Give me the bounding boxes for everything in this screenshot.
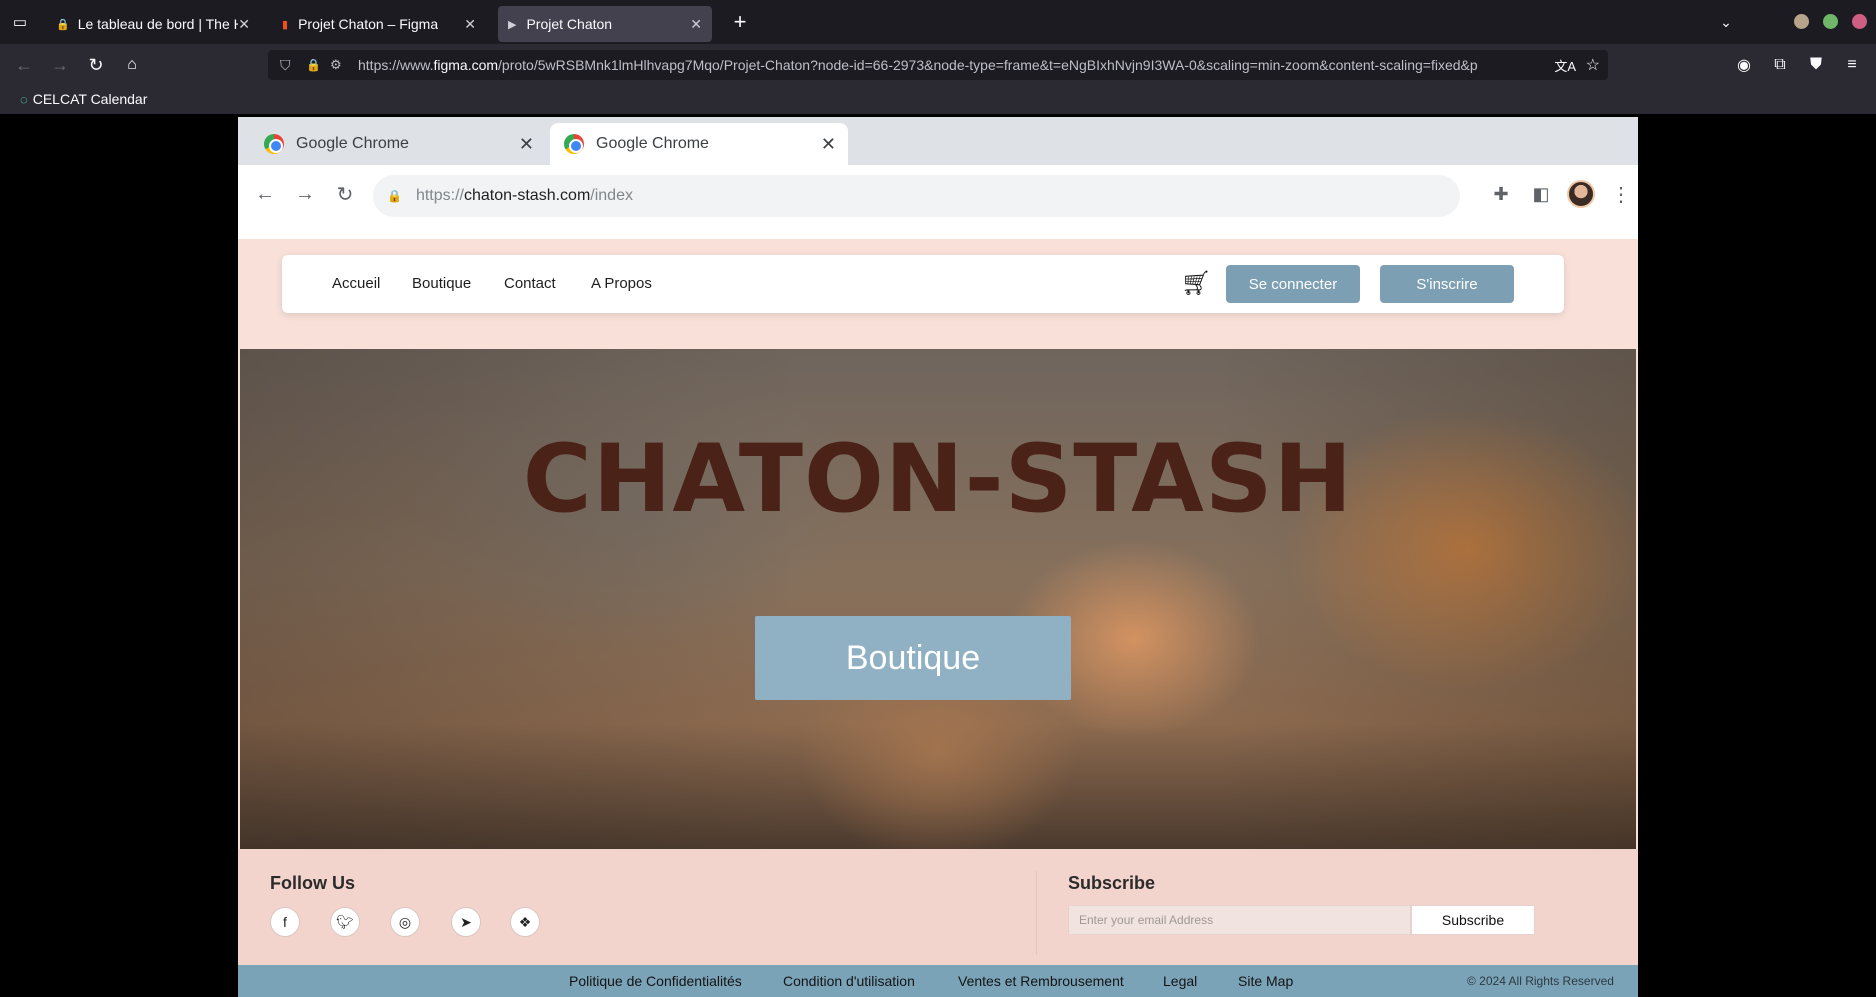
chrome-tab-1[interactable]: Google Chrome ✕ (250, 123, 546, 165)
avatar[interactable] (1564, 177, 1598, 211)
url-domain: chaton-stash.com (463, 187, 591, 204)
shield-icon: ⛉ (280, 56, 291, 73)
close-icon[interactable]: ✕ (519, 134, 534, 155)
chrome-mockup-window: Google Chrome ✕ Google Chrome ✕ ← → ↻ 🔒 … (238, 117, 1638, 997)
loading-icon: ◌ (20, 91, 28, 107)
legal-link-privacy[interactable]: Politique de Confidentialités (569, 973, 742, 989)
permissions-icon: ⚙ (330, 57, 342, 72)
firefox-tab-bar: ▭ 🔒 Le tableau de bord | The H ✕ ▮ Proje… (0, 0, 1876, 44)
site-navbar: Accueil Boutique Contact A Propos 🛒︎ Se … (282, 255, 1564, 313)
reload-icon[interactable]: ↻ (328, 177, 362, 211)
bookmarks-toolbar: ◌ CELCAT Calendar (0, 86, 1876, 114)
forward-icon[interactable]: → (288, 177, 322, 211)
bookmark-star-icon[interactable]: ☆ (1586, 55, 1600, 75)
side-panel-icon[interactable]: ◧ (1524, 177, 1558, 211)
url-bar[interactable]: ⛉ 🔒 ⚙ https://www.figma.com/proto/5wRSBM… (268, 50, 1608, 80)
bookmark-celcat[interactable]: ◌ CELCAT Calendar (20, 91, 147, 107)
lock-icon: 🔒 (306, 58, 321, 72)
hero-boutique-button[interactable]: Boutique (755, 616, 1071, 700)
subscribe-button[interactable]: Subscribe (1411, 905, 1535, 935)
lock-icon: 🔒 (387, 189, 402, 203)
chevron-down-icon[interactable]: ⌄ (1712, 8, 1740, 36)
chrome-omnibox[interactable]: 🔒 https:// chaton-stash.com /index (373, 175, 1460, 217)
new-tab-icon[interactable]: + (726, 8, 754, 36)
firefox-tab-prototype[interactable]: ▶ Projet Chaton ✕ (498, 6, 712, 42)
url-prefix: https://www. (358, 57, 434, 73)
legal-link-sitemap[interactable]: Site Map (1238, 973, 1293, 989)
subscribe-heading: Subscribe (1068, 873, 1156, 893)
legal-link-terms[interactable]: Condition d'utilisation (783, 973, 915, 989)
reload-icon[interactable]: ↻ (82, 51, 110, 79)
forward-icon[interactable]: → (46, 51, 74, 79)
tab-title: Google Chrome (596, 135, 709, 152)
footer-divider (1036, 871, 1037, 955)
twitter-icon[interactable]: 🐦︎ (330, 907, 360, 937)
menu-icon[interactable]: ≡ (1838, 51, 1866, 79)
follow-us-heading: Follow Us (270, 873, 355, 893)
bitwarden-icon[interactable]: ⛊ (1802, 51, 1830, 79)
firefox-tab-figma[interactable]: ▮ Projet Chaton – Figma ✕ (272, 6, 486, 42)
chrome-tab-2[interactable]: Google Chrome ✕ (550, 123, 848, 165)
translate-icon[interactable]: 文A (1554, 56, 1576, 75)
bookmark-label: CELCAT Calendar (32, 91, 148, 107)
tab-title: Google Chrome (296, 135, 409, 152)
back-icon[interactable]: ← (248, 177, 282, 211)
extensions-icon[interactable]: ⧉ (1766, 51, 1794, 79)
tab-title: Le tableau de bord | The H (77, 16, 239, 32)
firefox-tab-dashboard[interactable]: 🔒 Le tableau de bord | The H ✕ (46, 6, 260, 42)
site-footer: Follow Us f 🐦︎ ◎ ➤ ❖ Subscribe Enter you… (238, 849, 1638, 965)
chrome-toolbar: ← → ↻ 🔒 https:// chaton-stash.com /index… (238, 165, 1638, 239)
instagram-icon[interactable]: ◎ (390, 907, 420, 937)
play-icon: ▶ (508, 18, 517, 31)
signup-button[interactable]: S'inscrire (1380, 265, 1514, 303)
facebook-icon[interactable]: f (270, 907, 300, 937)
maximize-window-button[interactable] (1823, 14, 1838, 29)
url-scheme: https:// (415, 187, 464, 204)
close-window-button[interactable] (1852, 14, 1867, 29)
figma-icon: ▮ (282, 18, 289, 31)
url-rest: /proto/5wRSBMnk1lmHlhvapg7Mqo/Projet-Cha… (498, 57, 1478, 73)
url-path: /index (590, 187, 633, 204)
close-icon[interactable]: ✕ (238, 16, 250, 33)
legal-link-legal[interactable]: Legal (1163, 973, 1197, 989)
legal-bar: Politique de Confidentialités Condition … (238, 965, 1638, 997)
extensions-icon[interactable]: ✚ (1484, 177, 1518, 211)
url-domain: figma.com (433, 57, 499, 73)
figma-icon[interactable]: ❖ (510, 907, 540, 937)
chrome-icon (564, 134, 584, 154)
url-text: https://www.figma.com/proto/5wRSBMnk1lmH… (358, 57, 1548, 73)
tab-title: Projet Chaton – Figma (298, 16, 439, 32)
nav-link-contact[interactable]: Contact (504, 275, 556, 292)
back-icon[interactable]: ← (10, 51, 38, 79)
nav-link-boutique[interactable]: Boutique (412, 275, 471, 292)
chrome-tab-strip: Google Chrome ✕ Google Chrome ✕ (238, 117, 1638, 165)
close-icon[interactable]: ✕ (690, 16, 702, 33)
email-field[interactable]: Enter your email Address (1068, 905, 1411, 935)
list-all-tabs-icon[interactable]: ▭ (6, 8, 34, 36)
firefox-navigation-bar: ← → ↻ ⌂ ⛉ 🔒 ⚙ https://www.figma.com/prot… (0, 44, 1876, 86)
lock-icon: 🔒 (56, 18, 70, 31)
account-icon[interactable]: ◉ (1730, 51, 1758, 79)
cart-icon[interactable]: 🛒︎ (1181, 269, 1211, 298)
telegram-icon[interactable]: ➤ (451, 907, 481, 937)
tab-title: Projet Chaton (526, 16, 613, 32)
minimize-window-button[interactable] (1794, 14, 1809, 29)
hero-banner: CHATON-STASH Boutique (240, 349, 1636, 849)
legal-link-sales-refunds[interactable]: Ventes et Rembrousement (958, 973, 1124, 989)
close-icon[interactable]: ✕ (821, 134, 836, 155)
page-viewport: Google Chrome ✕ Google Chrome ✕ ← → ↻ 🔒 … (0, 114, 1876, 997)
chaton-stash-site: Accueil Boutique Contact A Propos 🛒︎ Se … (238, 239, 1638, 997)
nav-link-a-propos[interactable]: A Propos (591, 275, 652, 292)
home-icon[interactable]: ⌂ (118, 51, 146, 79)
more-icon[interactable]: ⋮ (1604, 177, 1638, 211)
hero-title: CHATON-STASH (522, 425, 1354, 534)
nav-link-accueil[interactable]: Accueil (332, 275, 380, 292)
chrome-icon (264, 134, 284, 154)
login-button[interactable]: Se connecter (1226, 265, 1360, 303)
copyright-text: © 2024 All Rights Reserved (1467, 974, 1614, 988)
close-icon[interactable]: ✕ (464, 16, 476, 33)
